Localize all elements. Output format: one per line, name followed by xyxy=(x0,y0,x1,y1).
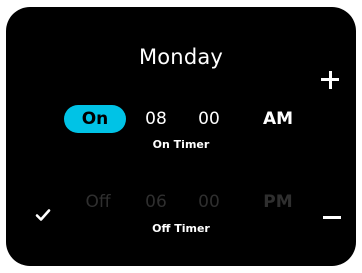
increase-button[interactable] xyxy=(317,67,343,93)
on-period[interactable]: AM xyxy=(256,105,300,133)
day-title: Monday xyxy=(138,45,224,69)
on-hour[interactable]: 08 xyxy=(136,105,176,133)
on-minute[interactable]: 00 xyxy=(188,105,230,133)
on-timer-row: On 08 00 AM xyxy=(6,105,356,133)
off-minute[interactable]: 00 xyxy=(188,188,230,216)
off-timer-row: Off 06 00 PM xyxy=(6,188,356,216)
decrease-button[interactable] xyxy=(320,211,344,225)
off-timer-label: Off Timer xyxy=(152,222,210,235)
off-hour[interactable]: 06 xyxy=(136,188,176,216)
on-timer-label: On Timer xyxy=(152,138,210,151)
off-period[interactable]: PM xyxy=(256,188,300,216)
on-state-pill[interactable]: On xyxy=(64,105,126,133)
timer-panel: Monday On 08 00 AM On Timer Off 06 00 PM… xyxy=(6,7,356,266)
off-state[interactable]: Off xyxy=(78,188,118,216)
